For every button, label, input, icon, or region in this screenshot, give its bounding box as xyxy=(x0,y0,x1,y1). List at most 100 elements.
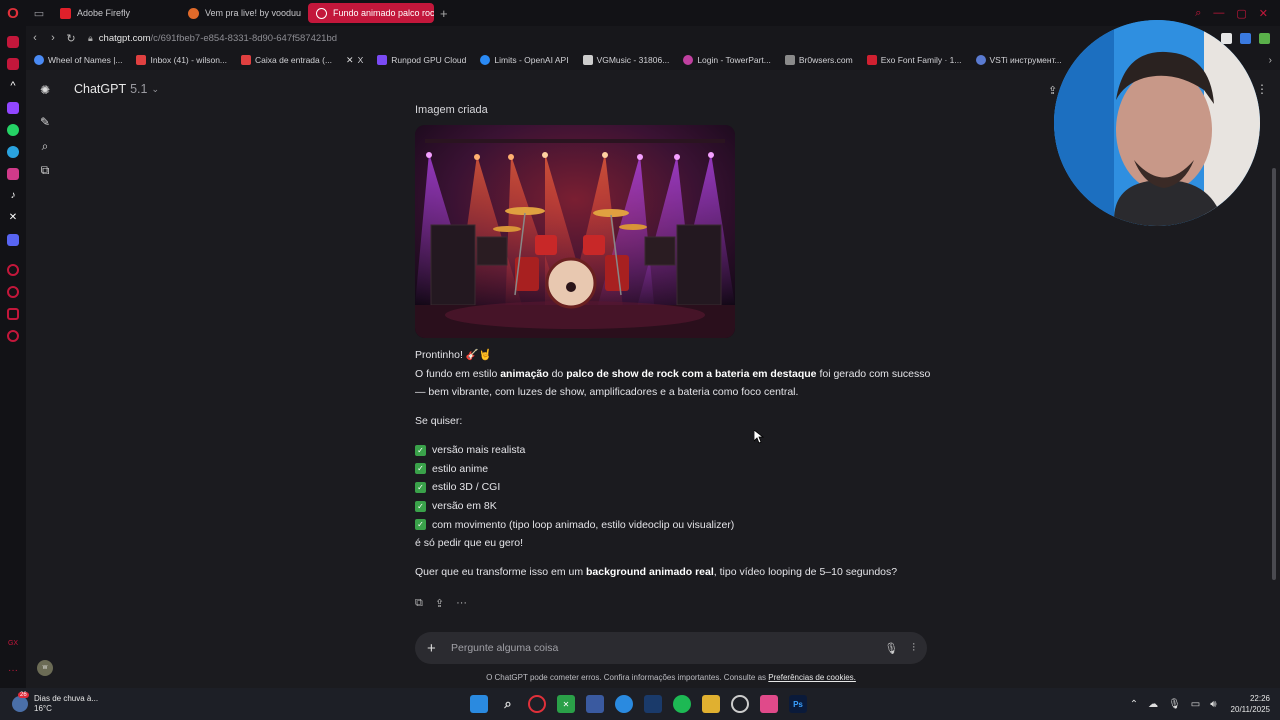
share-icon[interactable]: ⇪ xyxy=(1048,84,1057,97)
model-selector[interactable]: ChatGPT 5.1 ⌄ xyxy=(74,82,159,96)
steam-icon[interactable] xyxy=(644,695,662,713)
chevron-up-icon[interactable]: ⌃ xyxy=(1130,699,1138,710)
more-sidebar-icon[interactable]: ··· xyxy=(7,666,19,680)
search-tabs-icon[interactable]: ⌕ xyxy=(1195,7,1201,20)
bookmark-item[interactable]: Login - TowerPart... xyxy=(683,55,771,65)
spotify-icon[interactable] xyxy=(673,695,691,713)
prompt-input[interactable] xyxy=(451,642,885,654)
reload-icon[interactable]: ↻ xyxy=(62,32,80,45)
bookmark-item[interactable]: Limits - OpenAI API xyxy=(480,55,569,65)
telegram-icon[interactable] xyxy=(7,146,19,158)
instagram-icon[interactable] xyxy=(7,168,19,180)
extensions-icon[interactable] xyxy=(7,308,19,320)
model-name: ChatGPT xyxy=(74,82,127,96)
more-icon[interactable]: ··· xyxy=(456,597,467,610)
back-icon[interactable]: ‹ xyxy=(26,32,44,44)
bookmark-item[interactable]: VSTi инструмент... xyxy=(975,55,1062,65)
bookmark-item[interactable]: Inbox (41) - wilson... xyxy=(136,55,227,65)
voice-mode-icon[interactable]: ⫶ xyxy=(912,642,915,655)
search-icon[interactable]: ⌕ xyxy=(37,138,53,154)
history-icon[interactable] xyxy=(7,264,19,276)
new-chat-icon[interactable]: ✎ xyxy=(37,114,53,130)
bookmark-label: Wheel of Names |... xyxy=(48,55,123,65)
webcam-person-image xyxy=(1054,20,1260,226)
volume-icon[interactable]: 🔊︎ xyxy=(1210,699,1216,710)
windows-start-icon[interactable] xyxy=(470,695,488,713)
bookmark-item[interactable]: ✕ X xyxy=(346,55,363,66)
new-tab-icon[interactable]: + xyxy=(440,6,448,21)
bookmark-item[interactable]: Caixa de entrada (... xyxy=(241,55,332,65)
network-icon[interactable]: ▭ xyxy=(1191,699,1200,710)
opera-logo-icon[interactable]: O xyxy=(0,0,26,26)
bookmark-item[interactable]: Exo Font Family · 1... xyxy=(866,55,962,65)
user-avatar[interactable]: W xyxy=(37,660,53,676)
minimize-icon[interactable]: — xyxy=(1213,7,1224,20)
bookmarks-more-icon[interactable]: › xyxy=(1269,55,1272,66)
twitch-icon[interactable] xyxy=(7,102,19,114)
chatgpt-sidebar-rail: ✺ ✎ ⌕ ⧉ W xyxy=(26,70,64,688)
forward-icon[interactable]: › xyxy=(44,32,62,44)
settings-icon[interactable] xyxy=(7,330,19,342)
extension-icon[interactable] xyxy=(1259,32,1270,44)
bookmark-label: Exo Font Family · 1... xyxy=(880,55,962,65)
browser-tab[interactable]: Adobe Firefly xyxy=(52,3,178,23)
message-actions: ⧉ ⇪ ··· xyxy=(415,597,935,610)
tiktok-icon[interactable]: ♪ xyxy=(7,190,19,202)
lock-icon: 🔒︎ xyxy=(88,32,93,43)
x-icon[interactable]: ✕ xyxy=(7,212,19,224)
runpod-icon xyxy=(377,55,388,65)
openai-logo-icon[interactable]: ✺ xyxy=(37,82,53,98)
file-explorer-icon[interactable] xyxy=(702,695,720,713)
url-field[interactable]: 🔒︎ chatgpt.com/c/691fbeb7-e854-8331-8d90… xyxy=(88,33,337,44)
bookmark-item[interactable]: VGMusic - 31806... xyxy=(582,55,669,65)
clock-icon[interactable] xyxy=(7,286,19,298)
aria-icon[interactable]: ^ xyxy=(7,80,19,92)
gx-icon[interactable]: GX xyxy=(7,638,19,650)
discord-icon[interactable] xyxy=(7,234,19,246)
search-icon[interactable]: ⌕ xyxy=(499,695,517,713)
red-sidebar-icon[interactable] xyxy=(7,36,19,48)
bookmark-item[interactable]: Br0wsers.com xyxy=(784,55,853,65)
tab-label: Vem pra live! by vooduu xyxy=(205,8,302,18)
maximize-icon[interactable]: ▢ xyxy=(1236,7,1246,20)
library-icon[interactable]: ⧉ xyxy=(37,162,53,178)
xbox-icon[interactable]: ✕ xyxy=(557,695,575,713)
extension-icon[interactable] xyxy=(1240,32,1251,44)
generated-image[interactable] xyxy=(415,125,735,338)
check-mark-icon: ✓ xyxy=(415,519,426,531)
microphone-icon[interactable]: 🎙︎ xyxy=(884,642,898,655)
weather-title: Dias de chuva à... xyxy=(34,694,99,703)
weather-temp: 16°C xyxy=(34,704,52,713)
more-options-icon[interactable]: ⋮ xyxy=(1256,82,1268,96)
browser-icon[interactable] xyxy=(731,695,749,713)
clock[interactable]: 22:26 20/11/2025 xyxy=(1231,693,1270,715)
cloud-icon[interactable]: ☁ xyxy=(1148,699,1158,710)
browser-tab[interactable]: Vem pra live! by vooduu xyxy=(180,3,306,23)
workspaces-icon[interactable]: ▭ xyxy=(26,0,52,26)
edge-icon[interactable] xyxy=(615,695,633,713)
music-sidebar-icon[interactable] xyxy=(7,58,19,70)
browser-tab-active[interactable]: Fundo animado palco roc xyxy=(308,3,434,23)
openai-icon xyxy=(480,55,491,65)
add-attachment-icon[interactable]: + xyxy=(427,640,441,657)
x-logo-icon: ✕ xyxy=(346,54,354,65)
tab-label: Adobe Firefly xyxy=(77,8,131,18)
microphone-icon[interactable]: 🎙︎ xyxy=(1168,699,1181,710)
whatsapp-icon[interactable] xyxy=(7,124,19,136)
bookmark-item[interactable]: Runpod GPU Cloud xyxy=(377,55,466,65)
system-tray: ⌃ ☁ 🎙︎ ▭ 🔊︎ 22:26 20/11/2025 xyxy=(1130,693,1280,715)
copy-icon[interactable]: ⧉ xyxy=(415,597,423,610)
cookie-preferences-link[interactable]: Preferências de cookies. xyxy=(768,673,856,682)
app-icon[interactable] xyxy=(586,695,604,713)
weather-widget[interactable]: 26 Dias de chuva à... 16°C xyxy=(0,692,200,714)
scrollbar[interactable] xyxy=(1272,168,1276,580)
share-icon[interactable]: ⇪ xyxy=(435,597,444,610)
extension-icon[interactable] xyxy=(1221,32,1232,44)
photoshop-icon[interactable]: Ps xyxy=(789,695,807,713)
bookmark-item[interactable]: Wheel of Names |... xyxy=(34,55,122,65)
close-icon[interactable]: ✕ xyxy=(1259,7,1268,20)
vsti-icon xyxy=(975,55,986,65)
opera-gx-icon[interactable] xyxy=(528,695,546,713)
app-icon[interactable] xyxy=(760,695,778,713)
bold-text: animação xyxy=(500,367,549,380)
